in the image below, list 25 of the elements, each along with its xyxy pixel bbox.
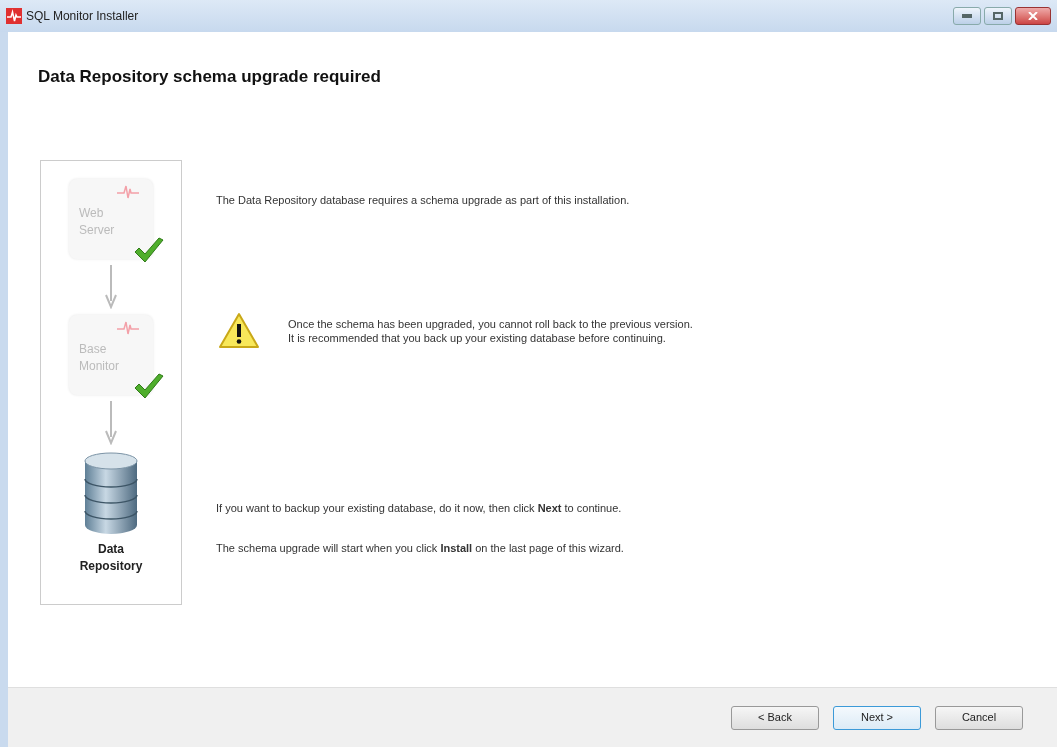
window-title: SQL Monitor Installer (26, 8, 139, 25)
instruction-text: If you want to backup your existing database, do it now, then click Next to continue. (216, 501, 623, 516)
down-arrow-icon (105, 400, 117, 445)
dialog-button[interactable]: < Back (731, 705, 819, 730)
check-mark-icon (133, 372, 165, 401)
pulse-logo-icon (6, 8, 22, 24)
maximize-icon (993, 12, 1003, 20)
step-label: Base Monitor (79, 340, 120, 375)
warning-icon (218, 312, 260, 350)
close-icon (1028, 12, 1038, 20)
database-icon (83, 450, 139, 535)
maximize-button[interactable] (984, 7, 1012, 25)
step-label: Data Repository (78, 540, 144, 575)
check-mark-icon (133, 236, 165, 265)
dialog-button[interactable]: Cancel (935, 705, 1023, 730)
down-arrow-icon (105, 264, 117, 309)
step-label: Web Server (79, 204, 116, 239)
close-button[interactable] (1015, 7, 1051, 25)
instruction-text: The schema upgrade will start when you click Install on the last page of this wizard. (216, 540, 625, 556)
warning-text: Once the schema has been upgraded, you cannot roll back to the previous version. It is recommended that you back up your existing database before continuing. (288, 317, 693, 345)
minimize-icon (962, 14, 972, 18)
minimize-button[interactable] (953, 7, 981, 25)
intro-text: The Data Repository database requires a schema upgrade as part of this installation. (216, 192, 631, 208)
dialog-button[interactable]: Next > (833, 705, 921, 730)
page-heading: Data Repository schema upgrade required (38, 66, 382, 88)
